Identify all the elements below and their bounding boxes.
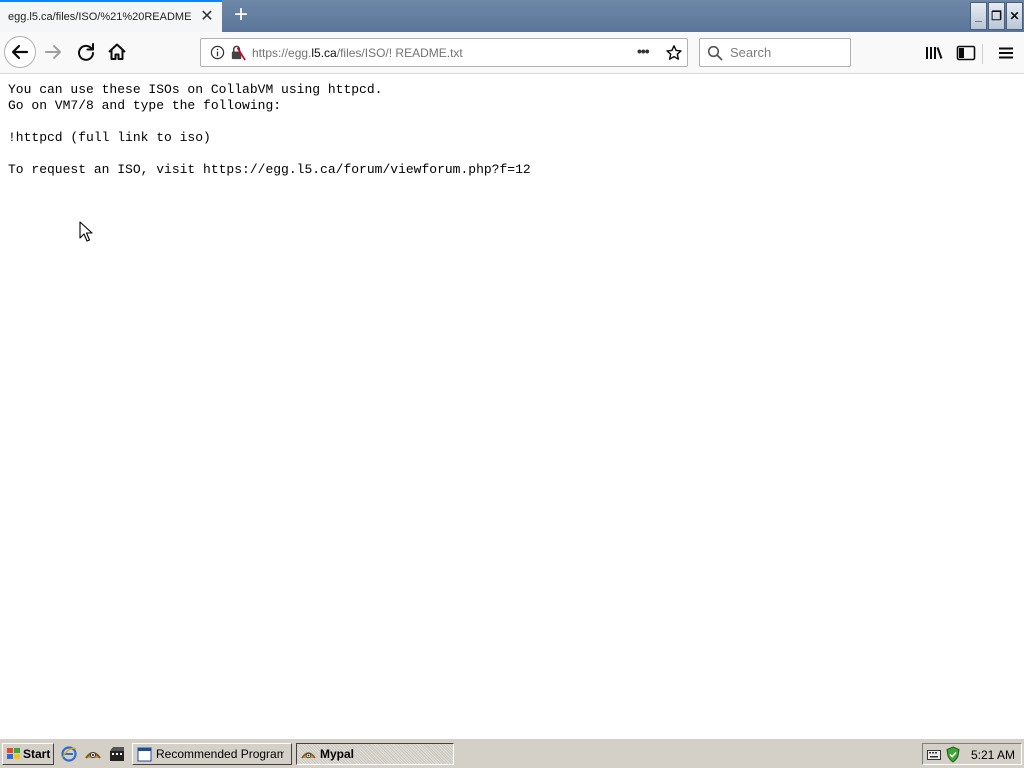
url-text[interactable]: https://egg.l5.ca/files/ISO/! README.txt	[252, 46, 463, 60]
task-label: Recommended Programs...	[156, 747, 284, 761]
reload-icon	[78, 43, 94, 61]
home-icon	[108, 43, 126, 60]
library-icon[interactable]	[922, 39, 946, 67]
url-path: /files/ISO/! README.txt	[336, 46, 463, 60]
internet-explorer-icon[interactable]	[60, 745, 78, 763]
bookmark-star-icon[interactable]	[665, 44, 683, 62]
task-label: Mypal	[320, 747, 355, 761]
maximize-button[interactable]: ❐	[988, 2, 1005, 30]
toolbar-separator	[982, 44, 983, 64]
clock: 5:21 AM	[971, 748, 1016, 762]
media-player-icon[interactable]	[108, 745, 126, 763]
info-icon[interactable]	[210, 45, 225, 60]
sidebar-toggle-icon[interactable]	[954, 39, 978, 67]
insecure-lock-icon[interactable]	[229, 44, 246, 61]
url-prefix: https://egg.	[252, 46, 312, 60]
taskbar: Start Recommended Programs... Mypal	[0, 738, 1024, 768]
address-bar[interactable]: https://egg.l5.ca/files/ISO/! README.txt…	[200, 38, 688, 67]
search-bar[interactable]	[699, 38, 851, 67]
system-tray: 5:21 AM	[922, 743, 1022, 765]
browser-tab[interactable]: egg.l5.ca/files/ISO/%21%20README.txt ✕	[0, 0, 222, 32]
keyboard-icon[interactable]	[927, 748, 941, 761]
url-host: l5.ca	[311, 46, 337, 60]
forward-button[interactable]	[40, 38, 68, 66]
page-content: You can use these ISOs on CollabVM using…	[0, 74, 1024, 738]
title-bar: egg.l5.ca/files/ISO/%21%20README.txt ✕ +…	[0, 0, 1024, 32]
reload-button[interactable]	[72, 38, 100, 66]
mypal-icon	[301, 752, 316, 759]
search-input[interactable]	[730, 43, 844, 62]
minimize-button[interactable]: _	[970, 2, 987, 30]
start-button[interactable]: Start	[2, 743, 54, 765]
start-label: Start	[23, 747, 51, 761]
readme-text: You can use these ISOs on CollabVM using…	[8, 82, 531, 177]
back-button[interactable]	[4, 36, 36, 68]
tab-title: egg.l5.ca/files/ISO/%21%20README.txt	[8, 11, 192, 23]
page-actions-icon[interactable]: •••	[637, 44, 655, 60]
security-shield-icon[interactable]	[945, 746, 961, 763]
taskbar-item-mypal[interactable]: Mypal	[296, 743, 454, 765]
close-window-button[interactable]: ✕	[1006, 2, 1023, 30]
arrow-left-icon	[11, 44, 29, 60]
home-button[interactable]	[103, 38, 131, 66]
tab-close-icon[interactable]: ✕	[198, 8, 216, 26]
windows-logo-icon	[7, 748, 20, 759]
arrow-right-icon	[45, 45, 61, 59]
new-tab-icon[interactable]: +	[228, 3, 254, 29]
show-desktop-icon[interactable]	[84, 745, 102, 763]
hamburger-menu-icon[interactable]	[994, 39, 1018, 67]
window-icon	[137, 747, 152, 762]
mouse-cursor-icon	[79, 221, 93, 242]
search-icon	[707, 45, 723, 61]
taskbar-item-recommended-programs[interactable]: Recommended Programs...	[132, 743, 292, 765]
